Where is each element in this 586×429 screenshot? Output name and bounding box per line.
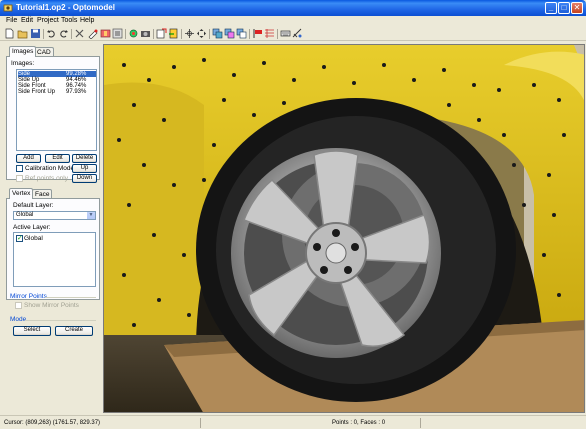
layer-global-label: Global xyxy=(24,235,43,242)
menu-file[interactable]: File xyxy=(6,17,17,24)
tab-vertex[interactable]: Vertex xyxy=(9,188,34,199)
camera-icon[interactable] xyxy=(140,28,151,39)
flag-icon[interactable] xyxy=(252,28,263,39)
menu-help[interactable]: Help xyxy=(80,17,94,24)
tab-images[interactable]: Images xyxy=(9,46,37,57)
new-icon[interactable] xyxy=(4,28,15,39)
close-icon: ✕ xyxy=(573,3,581,12)
left-panel: Images CAD Images: Side 99.28% Side Up 94.… xyxy=(3,44,100,412)
point-tool-icon[interactable] xyxy=(88,28,99,39)
ref-points-label: Ref points only xyxy=(25,175,68,182)
export-icon[interactable] xyxy=(156,28,167,39)
active-layer-list[interactable]: Global xyxy=(13,232,96,287)
mirror-points-group-title: Mirror Points xyxy=(10,293,47,300)
title-bar: Tutorial1.op2 - Optomodel _ □ ✕ xyxy=(0,0,586,16)
calibration-mode-checkbox[interactable] xyxy=(16,165,23,172)
layer-global-checkbox[interactable] xyxy=(16,234,23,242)
chevron-down-icon[interactable]: ▼ xyxy=(86,212,95,219)
minimize-button[interactable]: _ xyxy=(545,2,557,14)
orbit-icon[interactable] xyxy=(128,28,139,39)
create-mode-button[interactable]: Create xyxy=(55,326,93,336)
active-layer-label: Active Layer: xyxy=(13,224,51,231)
app-icon xyxy=(3,4,13,12)
menu-tools[interactable]: Tools xyxy=(61,17,77,24)
points-faces-count: Points : 0, Faces : 0 xyxy=(332,420,386,426)
ref-points-checkbox xyxy=(16,175,23,182)
menu-project[interactable]: Project xyxy=(37,17,59,24)
minimize-icon: _ xyxy=(548,3,554,12)
vertex-tab-pane: Default Layer: Global ▼ Active Layer: Gl… xyxy=(6,198,100,300)
group-icon[interactable] xyxy=(236,28,247,39)
copy-icon[interactable] xyxy=(212,28,223,39)
add-image-button[interactable]: Add xyxy=(16,154,41,163)
cursor-readout: Cursor: (809,263) (1761.57, 829.37) xyxy=(4,420,101,426)
up-button[interactable]: Up xyxy=(72,164,97,173)
close-button[interactable]: ✕ xyxy=(571,2,583,14)
divider xyxy=(45,297,96,298)
grid-icon[interactable] xyxy=(264,28,275,39)
images-list-label: Images: xyxy=(11,60,35,67)
maximize-button[interactable]: □ xyxy=(558,2,570,14)
status-bar: Cursor: (809,263) (1761.57, 829.37) Poin… xyxy=(0,415,586,429)
down-button[interactable]: Down xyxy=(72,174,97,183)
redo-icon[interactable] xyxy=(58,28,69,39)
images-tab-pane: Images: Side 99.28% Side Up 94.46% Side Fr… xyxy=(6,56,100,183)
car-wheel-photo xyxy=(104,45,584,412)
list-item[interactable]: Side Front Up 97.93% xyxy=(18,89,96,95)
maximize-icon: □ xyxy=(561,3,567,12)
show-mirror-points-label: Show Mirror Points xyxy=(24,302,79,309)
window-title: Tutorial1.op2 - Optomodel xyxy=(16,3,115,12)
images-list[interactable]: Side 99.28% Side Up 94.46% Side Front 96.74… xyxy=(16,69,97,151)
image-viewport[interactable] xyxy=(103,44,585,413)
delete-icon[interactable] xyxy=(74,28,85,39)
calibration-mode-label: Calibration Mode xyxy=(25,165,75,172)
menu-edit[interactable]: Edit xyxy=(21,17,33,24)
mesh-icon[interactable] xyxy=(100,28,111,39)
move-vertex-icon[interactable] xyxy=(196,28,207,39)
select-vertex-icon[interactable] xyxy=(184,28,195,39)
menu-bar: File Edit Project Tools Help xyxy=(0,16,586,27)
default-layer-select[interactable]: Global ▼ xyxy=(13,211,96,220)
keyboard-icon[interactable] xyxy=(280,28,291,39)
import-icon[interactable] xyxy=(168,28,179,39)
measure-icon[interactable] xyxy=(292,28,303,39)
default-layer-label: Default Layer: xyxy=(13,202,54,209)
save-icon[interactable] xyxy=(30,28,41,39)
texture-icon[interactable] xyxy=(112,28,123,39)
paste-icon[interactable] xyxy=(224,28,235,39)
select-mode-button[interactable]: Select xyxy=(13,326,51,336)
toolbar xyxy=(0,27,586,41)
undo-icon[interactable] xyxy=(46,28,57,39)
show-mirror-points-checkbox xyxy=(15,302,22,309)
open-icon[interactable] xyxy=(17,28,28,39)
mode-group-title: Mode xyxy=(10,316,27,323)
edit-image-button[interactable]: Edit xyxy=(45,154,70,163)
divider xyxy=(25,320,96,321)
delete-image-button[interactable]: Delete xyxy=(72,154,97,163)
